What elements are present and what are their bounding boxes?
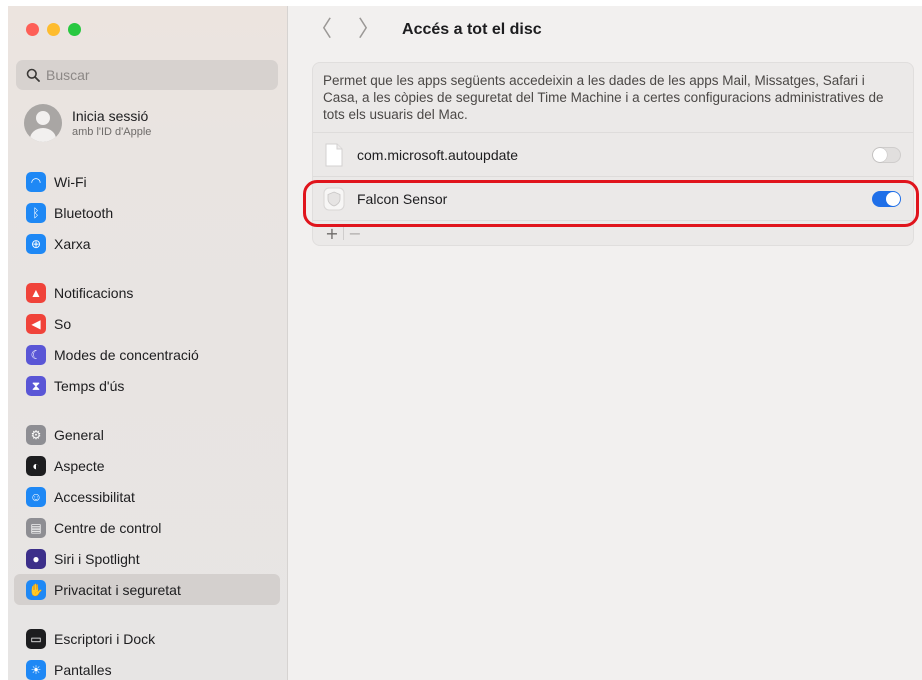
traffic-lights bbox=[26, 23, 81, 36]
sidebar-item-siri-i-spotlight[interactable]: ● Siri i Spotlight bbox=[14, 543, 280, 574]
search-icon bbox=[26, 68, 40, 82]
sidebar-item-label: Wi-Fi bbox=[54, 173, 87, 190]
sidebar-item-label: Notificacions bbox=[54, 284, 134, 301]
bluetooth-icon: ᛒ bbox=[26, 202, 46, 223]
main-pane: 〈 〉 Accés a tot el disc Permet que les a… bbox=[288, 6, 922, 680]
nav-group: ⚙ General ◐ Aspecte ☺ Accessibilitat ▤ Centre d… bbox=[8, 419, 288, 605]
app-row-autoupdate[interactable]: com.microsoft.autoupdate bbox=[313, 133, 913, 177]
sidebar-item-notificacions[interactable]: ▲ Notificacions bbox=[14, 277, 280, 308]
hourglass-icon: ⧗ bbox=[26, 375, 46, 396]
description-text: Permet que les apps següents accedeixin … bbox=[313, 63, 913, 133]
sidebar-item-label: Accessibilitat bbox=[54, 488, 135, 505]
sidebar: Inicia sessió amb l'ID d'Apple ◠ Wi-Fi ᛒ Bl… bbox=[8, 6, 288, 680]
sidebar-item-general[interactable]: ⚙ General bbox=[14, 419, 280, 450]
shield-icon bbox=[323, 187, 345, 210]
sidebar-item-wi-fi[interactable]: ◠ Wi-Fi bbox=[14, 166, 280, 197]
list-footer: + − bbox=[313, 221, 913, 245]
hand-icon: ✋ bbox=[26, 579, 46, 600]
sidebar-item-label: Pantalles bbox=[54, 661, 112, 678]
globe-icon: ⊕ bbox=[26, 233, 46, 254]
search-box[interactable] bbox=[16, 60, 278, 90]
sidebar-item-label: Escriptori i Dock bbox=[54, 630, 156, 647]
siri-icon: ● bbox=[26, 548, 46, 569]
speaker-icon: ◀ bbox=[26, 313, 46, 334]
add-app-button[interactable]: + bbox=[321, 224, 343, 243]
app-name: Falcon Sensor bbox=[357, 190, 448, 207]
dock-icon: ▭ bbox=[26, 628, 46, 649]
full-disk-access-panel: Permet que les apps següents accedeixin … bbox=[312, 62, 914, 246]
sidebar-nav: ◠ Wi-Fi ᛒ Bluetooth ⊕ Xarxa ▲ Notificacions ◀ So ☾… bbox=[8, 166, 288, 680]
sidebar-item-label: Centre de control bbox=[54, 519, 162, 536]
accessibility-icon: ☺ bbox=[26, 486, 46, 507]
sidebar-item-label: Xarxa bbox=[54, 235, 91, 252]
close-window-button[interactable] bbox=[26, 23, 39, 36]
sun-icon: ☀ bbox=[26, 659, 46, 680]
sidebar-item-privacitat-i-seguretat[interactable]: ✋ Privacitat i seguretat bbox=[14, 574, 280, 605]
gear-icon: ⚙ bbox=[26, 424, 46, 445]
account-text: Inicia sessió amb l'ID d'Apple bbox=[72, 108, 151, 139]
nav-group: ◠ Wi-Fi ᛒ Bluetooth ⊕ Xarxa bbox=[8, 166, 288, 259]
account-subtitle: amb l'ID d'Apple bbox=[72, 125, 152, 138]
autoupdate-toggle[interactable] bbox=[872, 146, 901, 163]
sidebar-item-modes-de-concentracio[interactable]: ☾ Modes de concentració bbox=[14, 339, 280, 370]
zoom-window-button[interactable] bbox=[68, 23, 81, 36]
remove-app-button[interactable]: − bbox=[344, 224, 366, 243]
sidebar-item-xarxa[interactable]: ⊕ Xarxa bbox=[14, 228, 280, 259]
sidebar-item-label: Siri i Spotlight bbox=[54, 550, 140, 567]
sidebar-item-so[interactable]: ◀ So bbox=[14, 308, 280, 339]
nav-group: ▭ Escriptori i Dock ☀ Pantalles bbox=[8, 623, 288, 680]
nav-group: ▲ Notificacions ◀ So ☾ Modes de concentració ⧗… bbox=[8, 277, 288, 401]
sidebar-item-bluetooth[interactable]: ᛒ Bluetooth bbox=[14, 197, 280, 228]
sidebar-item-label: Modes de concentració bbox=[54, 346, 199, 363]
sidebar-item-aspecte[interactable]: ◐ Aspecte bbox=[14, 450, 280, 481]
sidebar-item-temps-d-us[interactable]: ⧗ Temps d'ús bbox=[14, 370, 280, 401]
sidebar-item-label: So bbox=[54, 315, 72, 332]
sidebar-item-label: Bluetooth bbox=[54, 204, 114, 221]
app-row-falcon-sensor[interactable]: Falcon Sensor bbox=[313, 177, 913, 221]
wifi-icon: ◠ bbox=[26, 171, 46, 192]
sidebar-item-label: Privacitat i seguretat bbox=[54, 581, 181, 598]
sidebar-item-centre-de-control[interactable]: ▤ Centre de control bbox=[14, 512, 280, 543]
account-title: Inicia sessió bbox=[72, 107, 149, 124]
search-input[interactable] bbox=[46, 67, 266, 83]
sidebar-item-label: General bbox=[54, 426, 104, 443]
falcon-sensor-toggle[interactable] bbox=[872, 190, 901, 207]
appearance-icon: ◐ bbox=[26, 455, 46, 476]
toolbar: 〈 〉 Accés a tot el disc bbox=[288, 6, 922, 54]
bell-icon: ▲ bbox=[26, 282, 46, 303]
apple-id-sign-in[interactable]: Inicia sessió amb l'ID d'Apple bbox=[24, 104, 151, 142]
moon-icon: ☾ bbox=[26, 344, 46, 365]
minimize-window-button[interactable] bbox=[47, 23, 60, 36]
sidebar-item-accessibilitat[interactable]: ☺ Accessibilitat bbox=[14, 481, 280, 512]
control-center-icon: ▤ bbox=[26, 517, 46, 538]
page-title: Accés a tot el disc bbox=[402, 21, 542, 38]
sidebar-item-label: Aspecte bbox=[54, 457, 105, 474]
sidebar-item-escriptori-i-dock[interactable]: ▭ Escriptori i Dock bbox=[14, 623, 280, 654]
document-icon bbox=[325, 143, 343, 166]
forward-button[interactable]: 〉 bbox=[358, 19, 380, 41]
settings-window: Inicia sessió amb l'ID d'Apple ◠ Wi-Fi ᛒ Bl… bbox=[8, 6, 922, 680]
sidebar-item-label: Temps d'ús bbox=[54, 377, 125, 394]
avatar bbox=[24, 104, 62, 142]
back-button[interactable]: 〈 bbox=[310, 19, 332, 41]
sidebar-item-pantalles[interactable]: ☀ Pantalles bbox=[14, 654, 280, 680]
app-name: com.microsoft.autoupdate bbox=[357, 146, 519, 163]
